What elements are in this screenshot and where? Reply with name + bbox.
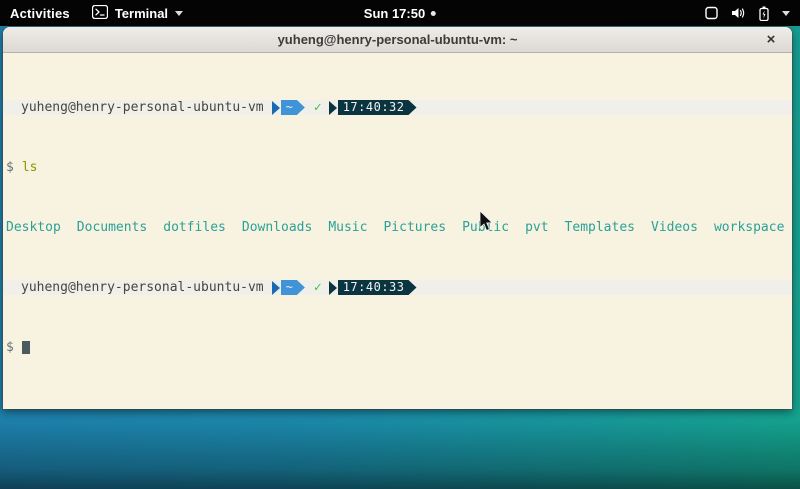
desktop-background: { "panel": { "activities_label": "Activi…: [0, 0, 800, 489]
directory-item: Public: [462, 220, 509, 235]
terminal-app-icon: [92, 5, 108, 22]
directory-item: dotfiles: [163, 220, 226, 235]
prompt-symbol: $: [6, 340, 14, 355]
app-menu-label: Terminal: [115, 6, 168, 21]
terminal-cursor: [22, 341, 30, 354]
chevron-down-icon: [782, 11, 790, 16]
notification-dot-icon: [431, 11, 436, 16]
prompt-user: yuheng@henry-personal-ubuntu-vm: [21, 100, 264, 115]
time-badge: 17:40:32: [329, 100, 417, 115]
titlebar[interactable]: yuheng@henry-personal-ubuntu-vm: ~ ×: [3, 27, 792, 53]
directory-item: Desktop: [6, 220, 61, 235]
prompt-line: yuheng@henry-personal-ubuntu-vm ~ ✓ 17:4…: [3, 280, 792, 295]
command-line: $: [3, 340, 792, 355]
directory-item: Music: [328, 220, 367, 235]
battery-charging-icon: [759, 6, 769, 21]
directory-item: pvt: [525, 220, 548, 235]
window-title: yuheng@henry-personal-ubuntu-vm: ~: [278, 32, 518, 47]
prompt-symbol: $: [6, 160, 14, 175]
chevron-down-icon: [175, 11, 183, 16]
command-text: ls: [22, 160, 38, 175]
directory-item: Videos: [651, 220, 698, 235]
command-line: $ ls: [3, 160, 792, 175]
system-status-area[interactable]: [705, 0, 790, 26]
top-panel: Activities Terminal Sun 17:50: [0, 0, 800, 26]
volume-icon: [731, 6, 746, 20]
prompt-user: yuheng@henry-personal-ubuntu-vm: [21, 280, 264, 295]
directory-item: Downloads: [242, 220, 312, 235]
app-menu-button[interactable]: Terminal: [92, 5, 183, 22]
directory-listing: Desktop Documents dotfiles Downloads Mus…: [3, 220, 792, 235]
status-check-icon: ✓: [314, 100, 322, 115]
directory-item: Pictures: [383, 220, 446, 235]
powerline-chevron-icon: [272, 101, 280, 115]
directory-item: workspace: [714, 220, 784, 235]
clock-label: Sun 17:50: [364, 6, 425, 21]
powerline-chevron-icon: [329, 101, 337, 115]
prompt-line: yuheng@henry-personal-ubuntu-vm ~ ✓ 17:4…: [3, 100, 792, 115]
terminal-content[interactable]: yuheng@henry-personal-ubuntu-vm ~ ✓ 17:4…: [3, 53, 792, 408]
directory-item: Documents: [77, 220, 147, 235]
activities-button[interactable]: Activities: [10, 6, 70, 21]
screen-icon: [705, 6, 718, 20]
clock-button[interactable]: Sun 17:50: [364, 0, 436, 26]
powerline-chevron-icon: [272, 281, 280, 295]
cwd-badge: ~: [272, 100, 305, 115]
terminal-window: yuheng@henry-personal-ubuntu-vm: ~ × yuh…: [3, 27, 792, 409]
directory-item: Templates: [565, 220, 635, 235]
time-badge: 17:40:33: [329, 280, 417, 295]
powerline-chevron-icon: [329, 281, 337, 295]
close-button[interactable]: ×: [760, 29, 782, 51]
status-check-icon: ✓: [314, 280, 322, 295]
close-icon: ×: [767, 31, 776, 48]
cwd-badge: ~: [272, 280, 305, 295]
